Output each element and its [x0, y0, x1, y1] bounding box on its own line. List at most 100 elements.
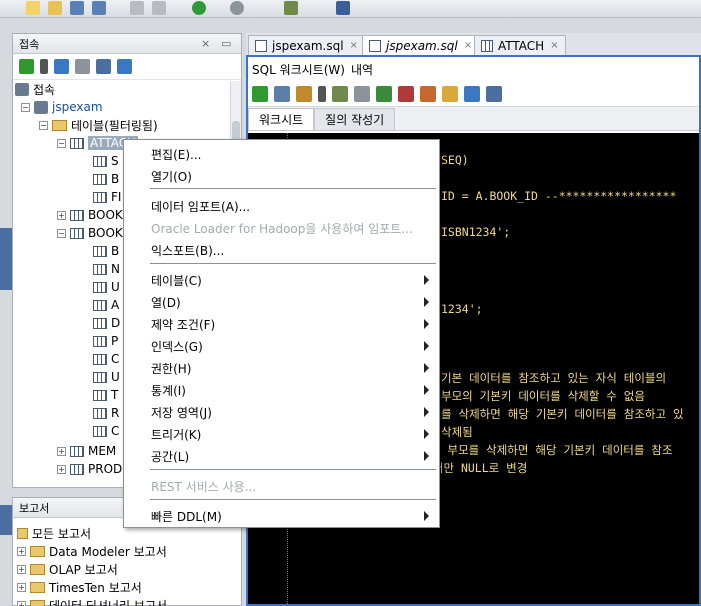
- save-icon[interactable]: [70, 1, 84, 15]
- table-node-mem[interactable]: + MEM: [57, 442, 116, 460]
- tables-folder-node[interactable]: − 테이블(필터링됨): [39, 116, 158, 134]
- format-icon[interactable]: [486, 85, 502, 102]
- filter-icon[interactable]: [75, 59, 90, 74]
- add-connection-icon[interactable]: [19, 59, 34, 74]
- tab-jspexam-sql-1[interactable]: jspexam.sql ×: [248, 35, 365, 55]
- table-node-prod[interactable]: + PROD: [57, 460, 122, 478]
- tab-query-builder[interactable]: 질의 작성기: [314, 108, 396, 130]
- column-node[interactable]: A: [93, 296, 119, 314]
- tree-root[interactable]: 접속: [15, 80, 55, 98]
- dropdown-arrow-icon[interactable]: [40, 59, 48, 74]
- rollback-icon[interactable]: [398, 85, 414, 102]
- run-script-icon[interactable]: [274, 85, 290, 102]
- column-icon: [93, 299, 107, 311]
- column-node[interactable]: N: [93, 260, 120, 278]
- report-node[interactable]: + TimesTen 보고서: [17, 578, 142, 596]
- column-node[interactable]: P: [93, 332, 118, 350]
- new-file-icon[interactable]: [26, 1, 40, 15]
- column-icon: [93, 371, 107, 383]
- close-tab-icon[interactable]: ×: [550, 40, 558, 51]
- explain-plan-icon[interactable]: [332, 85, 348, 102]
- menu-item-statistics[interactable]: 통계(I): [124, 379, 439, 401]
- collapse-toggle[interactable]: −: [57, 138, 66, 148]
- history-tab[interactable]: 내역: [351, 61, 373, 78]
- expand-toggle[interactable]: +: [57, 464, 66, 474]
- menu-item-import-data[interactable]: 데이터 임포트(A)...: [124, 195, 439, 217]
- collapse-toggle[interactable]: −: [21, 102, 30, 112]
- tab-attach[interactable]: ATTACH ×: [474, 35, 566, 55]
- tab-worksheet[interactable]: 워크시트: [248, 108, 315, 130]
- expand-toggle[interactable]: +: [17, 546, 26, 556]
- menu-item-column[interactable]: 열(D): [124, 291, 439, 313]
- menu-item-edit[interactable]: 편집(E)...: [124, 143, 439, 165]
- column-icon: [93, 155, 107, 167]
- autotrace-icon[interactable]: [296, 85, 312, 102]
- run-statement-icon[interactable]: [252, 85, 268, 102]
- minimize-icon[interactable]: ▭: [221, 37, 231, 50]
- refresh-icon[interactable]: [54, 59, 69, 74]
- connections-toolbar: [13, 54, 241, 80]
- report-node[interactable]: + 데이터 딕셔너리 보고서: [17, 596, 167, 606]
- binoculars-icon[interactable]: [336, 1, 350, 15]
- menu-item-constraint[interactable]: 제약 조건(F): [124, 313, 439, 335]
- menu-item-index[interactable]: 인덱스(G): [124, 335, 439, 357]
- column-node[interactable]: U: [93, 368, 120, 386]
- column-node[interactable]: C: [93, 350, 119, 368]
- menu-item-open[interactable]: 열기(O): [124, 165, 439, 187]
- table-context-menu: 편집(E)... 열기(O) 데이터 임포트(A)... Oracle Load…: [123, 139, 440, 528]
- close-tab-icon[interactable]: ×: [464, 40, 472, 51]
- unshared-sql-icon[interactable]: [420, 85, 436, 102]
- column-node[interactable]: R: [93, 404, 119, 422]
- column-node[interactable]: S: [93, 152, 119, 170]
- collapse-toggle[interactable]: −: [39, 120, 48, 130]
- column-node[interactable]: D: [93, 314, 120, 332]
- report-node[interactable]: 모든 보고서: [17, 524, 91, 542]
- forward-icon[interactable]: [230, 1, 244, 15]
- commit-icon[interactable]: [376, 85, 392, 102]
- schema-browser-icon[interactable]: [96, 59, 111, 74]
- worksheet-toolbar: [248, 81, 699, 107]
- expand-toggle[interactable]: +: [17, 600, 26, 606]
- dropdown-arrow-icon[interactable]: [318, 85, 326, 102]
- menu-item-export[interactable]: 익스포트(B)...: [124, 239, 439, 261]
- sql-tuning-icon[interactable]: [354, 85, 370, 102]
- column-node[interactable]: U: [93, 278, 120, 296]
- back-icon[interactable]: [192, 1, 206, 15]
- folder-icon: [30, 581, 45, 593]
- menu-item-quick-ddl[interactable]: 빠른 DDL(M): [124, 505, 439, 527]
- table-node-book-expanded[interactable]: − BOOK: [57, 224, 123, 242]
- column-node[interactable]: T: [93, 386, 118, 404]
- expand-toggle[interactable]: +: [57, 446, 66, 456]
- undo-icon[interactable]: [130, 1, 144, 15]
- expand-toggle[interactable]: +: [17, 564, 26, 574]
- connection-node[interactable]: − jspexam: [21, 98, 103, 116]
- menu-item-trigger[interactable]: 트리거(K): [124, 423, 439, 445]
- close-icon[interactable]: ×: [201, 37, 210, 50]
- menu-item-table[interactable]: 테이블(C): [124, 269, 439, 291]
- sql-worksheet-tab[interactable]: SQL 워크시트(W): [252, 61, 345, 78]
- open-folder-icon[interactable]: [48, 1, 62, 15]
- sql-icon[interactable]: [284, 1, 298, 15]
- history-icon[interactable]: [464, 85, 480, 102]
- collapse-icon[interactable]: [117, 59, 132, 74]
- menu-item-storage[interactable]: 저장 영역(J): [124, 401, 439, 423]
- submenu-arrow-icon: [424, 319, 429, 329]
- clear-icon[interactable]: [442, 85, 458, 102]
- table-node-book[interactable]: + BOOK: [57, 206, 123, 224]
- report-folder-icon: [17, 527, 28, 539]
- menu-item-space[interactable]: 공간(L): [124, 445, 439, 467]
- save-all-icon[interactable]: [92, 1, 106, 15]
- report-node[interactable]: + OLAP 보고서: [17, 560, 118, 578]
- column-node[interactable]: C: [93, 422, 119, 440]
- menu-item-privilege[interactable]: 권한(H): [124, 357, 439, 379]
- column-node[interactable]: B: [93, 242, 119, 260]
- column-node[interactable]: B: [93, 170, 119, 188]
- tab-jspexam-sql-2[interactable]: jspexam.sql ×: [362, 35, 480, 55]
- expand-toggle[interactable]: +: [17, 582, 26, 592]
- redo-icon[interactable]: [152, 1, 166, 15]
- close-tab-icon[interactable]: ×: [350, 40, 358, 51]
- column-node[interactable]: FI: [93, 188, 121, 206]
- collapse-toggle[interactable]: −: [57, 228, 66, 238]
- expand-toggle[interactable]: +: [57, 210, 66, 220]
- report-node[interactable]: + Data Modeler 보고서: [17, 542, 167, 560]
